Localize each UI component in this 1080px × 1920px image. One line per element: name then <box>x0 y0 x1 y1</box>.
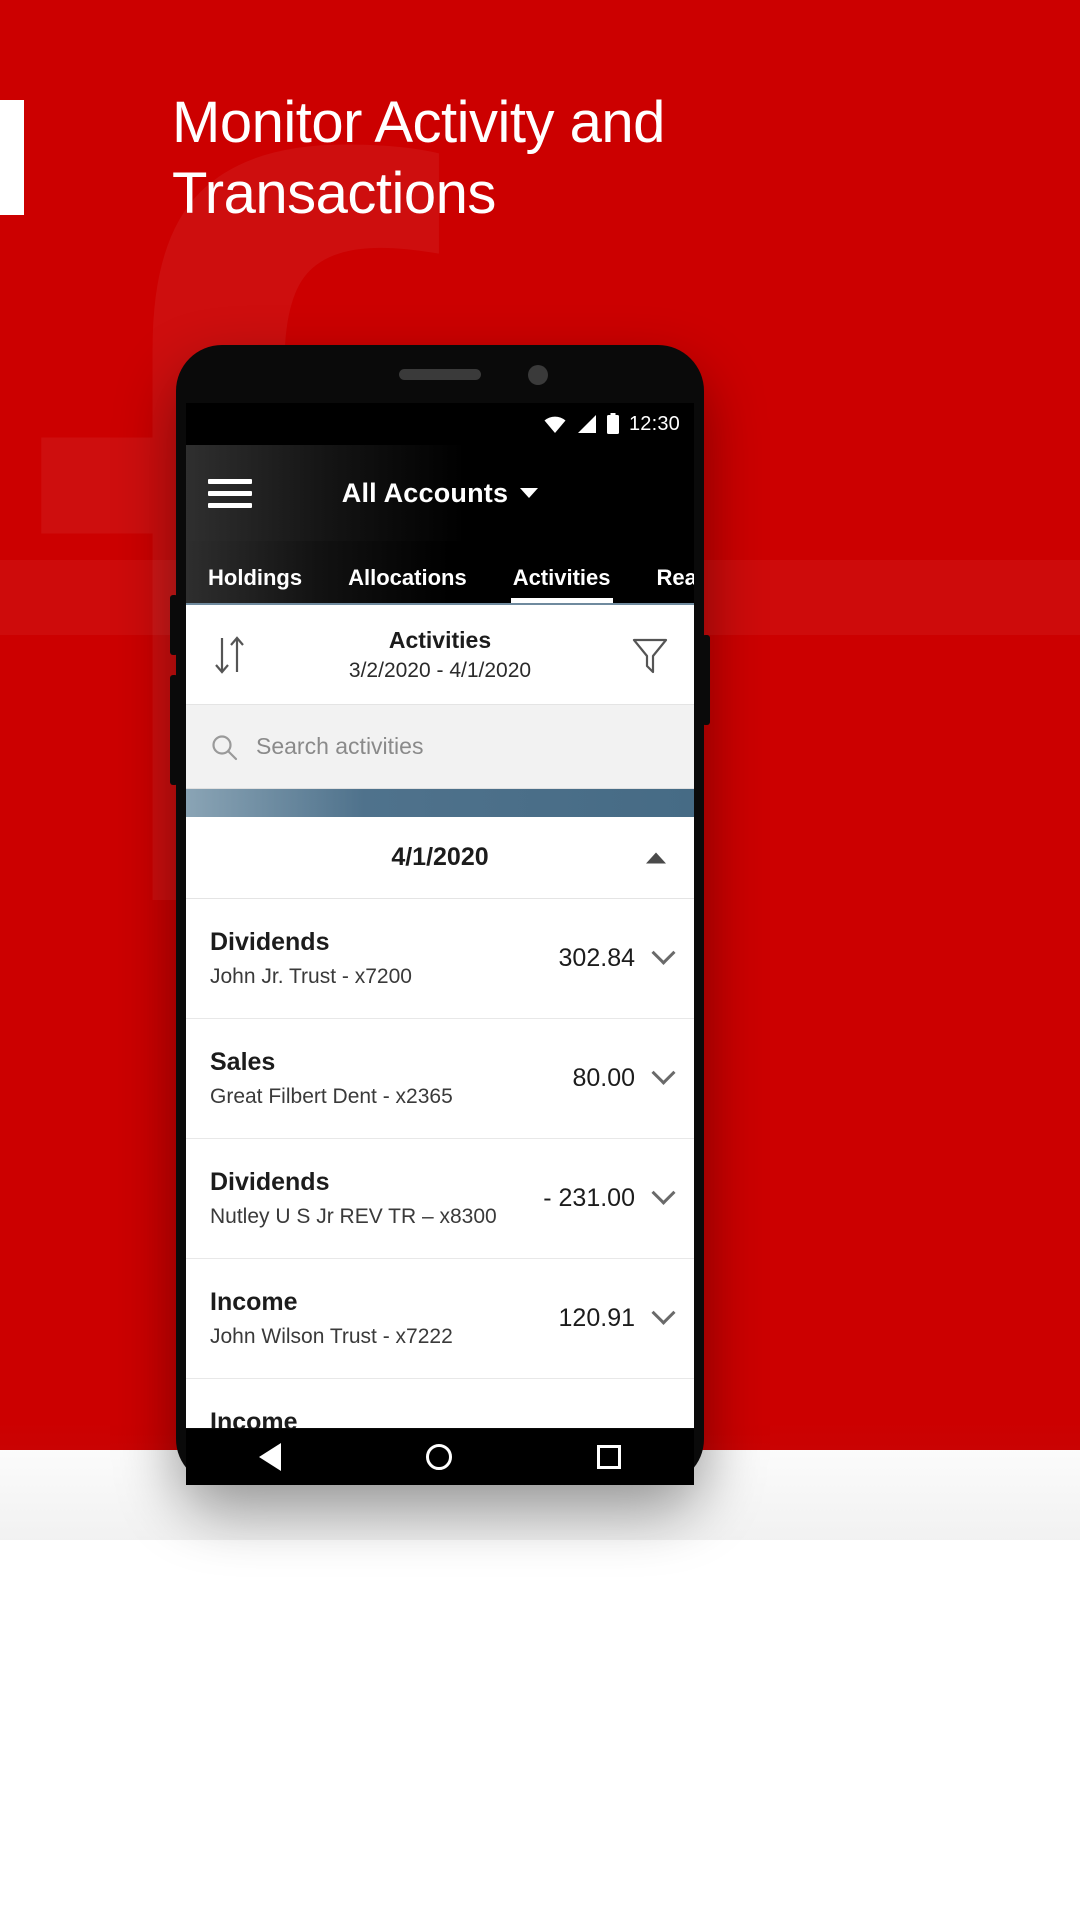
search-placeholder: Search activities <box>256 733 424 759</box>
chevron-down-icon[interactable] <box>651 1300 676 1325</box>
tab-realized-gains[interactable]: Realized G <box>657 565 694 603</box>
table-row[interactable]: Dividends Nutley U S Jr REV TR – x8300 -… <box>186 1139 694 1259</box>
account-selector[interactable]: All Accounts <box>186 445 694 541</box>
transaction-account: Nutley U S Jr REV TR – x8300 <box>210 1205 497 1228</box>
transaction-type: Dividends <box>210 928 330 956</box>
table-row[interactable]: Income Abigail Wilson Trust - x7300 80.0… <box>186 1379 694 1428</box>
transaction-type: Income <box>210 1408 298 1428</box>
transaction-type: Sales <box>210 1048 276 1076</box>
transaction-details: Dividends John Jr. Trust - x7200 <box>210 928 559 989</box>
table-row[interactable]: Sales Great Filbert Dent - x2365 80.00 <box>186 1019 694 1139</box>
chevron-down-icon[interactable] <box>651 1060 676 1085</box>
back-triangle-icon[interactable] <box>258 1443 281 1471</box>
wifi-icon <box>544 416 566 433</box>
transaction-details: Income Abigail Wilson Trust - x7300 <box>210 1408 572 1428</box>
table-row[interactable]: Dividends John Jr. Trust - x7200 302.84 <box>186 899 694 1019</box>
chevron-down-icon[interactable] <box>651 1180 676 1205</box>
phone-volume-down-button <box>170 675 178 785</box>
section-accent-band <box>186 789 694 817</box>
tab-activities[interactable]: Activities <box>510 565 613 603</box>
signal-icon <box>577 415 596 433</box>
search-activities-field[interactable]: Search activities <box>186 705 694 789</box>
phone-screen: 12:30 All Accounts Holdings Allocations … <box>186 403 694 1428</box>
activities-date-range: 3/2/2020 - 4/1/2020 <box>348 658 532 682</box>
chevron-down-icon[interactable] <box>651 940 676 965</box>
tab-allocations[interactable]: Allocations <box>348 565 467 603</box>
transaction-account: John Wilson Trust - x7222 <box>210 1325 453 1348</box>
activities-header: Activities 3/2/2020 - 4/1/2020 <box>186 605 694 705</box>
phone-earpiece-speaker <box>399 369 481 380</box>
decorative-white-marker <box>0 100 24 215</box>
battery-icon <box>606 413 619 434</box>
tab-holdings[interactable]: Holdings <box>208 565 302 603</box>
app-bar: All Accounts <box>186 445 694 541</box>
status-bar: 12:30 <box>186 403 694 445</box>
tab-bar[interactable]: Holdings Allocations Activities Realized… <box>186 541 694 603</box>
hamburger-menu-icon[interactable] <box>208 478 252 508</box>
app-bar-title: All Accounts <box>341 477 509 508</box>
transaction-amount: 80.00 <box>572 1424 635 1428</box>
transaction-amount: 120.91 <box>558 1304 635 1332</box>
transaction-account: Great Filbert Dent - x2365 <box>210 1085 453 1108</box>
table-row[interactable]: Income John Wilson Trust - x7222 120.91 <box>186 1259 694 1379</box>
phone-volume-up-button <box>170 595 178 655</box>
sort-arrows-icon[interactable] <box>208 632 252 678</box>
transaction-type: Dividends <box>210 1168 330 1196</box>
activities-header-text: Activities 3/2/2020 - 4/1/2020 <box>252 627 628 683</box>
date-group-header[interactable]: 4/1/2020 <box>186 817 694 899</box>
home-circle-icon[interactable] <box>425 1444 452 1470</box>
phone-front-camera <box>528 365 548 385</box>
date-group-label: 4/1/2020 <box>391 843 489 871</box>
chevron-down-icon[interactable] <box>651 1420 676 1428</box>
chevron-down-icon <box>520 488 539 498</box>
phone-mockup: 12:30 All Accounts Holdings Allocations … <box>170 345 710 1485</box>
transaction-details: Dividends Nutley U S Jr REV TR – x8300 <box>210 1168 543 1229</box>
promo-headline: Monitor Activity and Transactions <box>172 90 665 226</box>
search-icon <box>212 734 238 760</box>
transaction-amount: 302.84 <box>558 944 635 972</box>
activities-title: Activities <box>388 626 492 653</box>
recents-square-icon[interactable] <box>597 1445 622 1469</box>
phone-power-button <box>702 635 710 725</box>
transaction-details: Income John Wilson Trust - x7222 <box>210 1288 559 1349</box>
transaction-account: John Jr. Trust - x7200 <box>210 965 412 988</box>
android-navigation-bar <box>186 1429 694 1485</box>
status-bar-time: 12:30 <box>628 412 680 435</box>
transaction-amount: - 231.00 <box>543 1184 635 1212</box>
transaction-details: Sales Great Filbert Dent - x2365 <box>210 1048 572 1109</box>
chevron-up-icon[interactable] <box>646 852 666 863</box>
transaction-amount: 80.00 <box>572 1064 635 1092</box>
transaction-type: Income <box>210 1288 298 1316</box>
filter-funnel-icon[interactable] <box>628 632 672 678</box>
